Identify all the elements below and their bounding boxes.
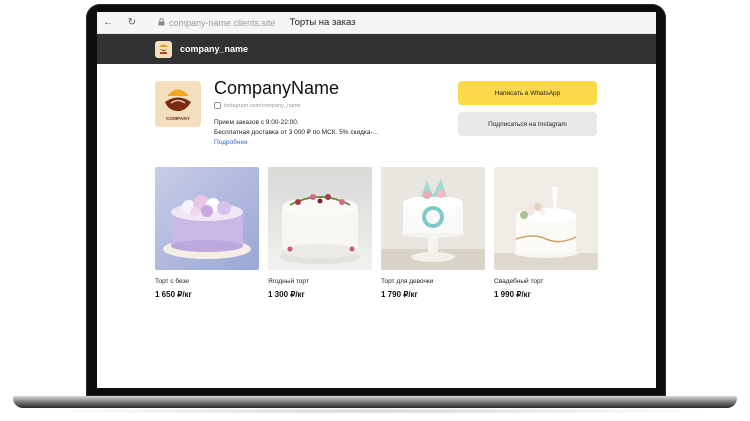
company-description: Прием заказов с 9:00-22:00. Бесплатная д… [214,118,414,137]
lock-icon [158,17,165,28]
product-price: 1 790 ₽/кг [381,290,418,299]
whatsapp-button[interactable]: Написать в WhatsApp [458,81,597,105]
reload-icon[interactable]: ↻ [122,17,142,28]
company-name-heading: CompanyName [214,78,340,98]
product-price: 1 650 ₽/кг [155,290,192,299]
address-bar[interactable]: company-name.clients.site [158,18,276,28]
delivery-text: Бесплатная доставка от 3 000 ₽ по МСК. 5… [214,128,379,136]
product-name: Свадебный торт [494,278,544,285]
instagram-link[interactable]: instagram.com/company_name [214,102,301,109]
product-name: Торт с безе [155,278,190,285]
product-price: 1 990 ₽/кг [494,290,531,299]
laptop-base [13,396,737,408]
product-card[interactable]: Ягодный торт 1 300 ₽/кг [268,167,372,299]
product-name: Ягодный торт [268,278,309,285]
product-name: Торт для девочки [381,278,434,285]
arrow-left-icon[interactable]: ← [98,17,118,28]
url-text: company-name.clients.site [169,17,276,28]
company-logo: COMPANY [155,81,201,127]
product-price: 1 300 ₽/кг [268,290,305,299]
product-image[interactable] [381,167,485,270]
more-link[interactable]: Подробнее [214,139,248,146]
browser-toolbar: ← ↻ company-name.clients.site Торты на з… [97,12,656,34]
site-header: company_name [97,34,656,64]
product-card[interactable]: Торт для девочки 1 790 ₽/кг [381,167,485,299]
laptop-shadow [30,408,720,414]
instagram-icon [214,102,221,109]
browser-window: ← ↻ company-name.clients.site Торты на з… [97,12,656,388]
page-title: Торты на заказ [289,17,356,28]
header-company-name[interactable]: company_name [180,44,248,54]
product-card[interactable]: Торт с безе 1 650 ₽/кг [155,167,259,299]
instagram-handle: instagram.com/company_name [224,102,301,109]
hours-text: Прием заказов с 9:00-22:00. [214,119,299,126]
product-card[interactable]: Свадебный торт 1 990 ₽/кг [494,167,598,299]
header-logo[interactable] [155,40,172,58]
instagram-subscribe-button[interactable]: Подписаться на Instagram [458,112,597,136]
product-image[interactable] [268,167,372,270]
product-image[interactable] [494,167,598,270]
product-image[interactable] [155,167,259,270]
logo-text: COMPANY [165,116,191,121]
